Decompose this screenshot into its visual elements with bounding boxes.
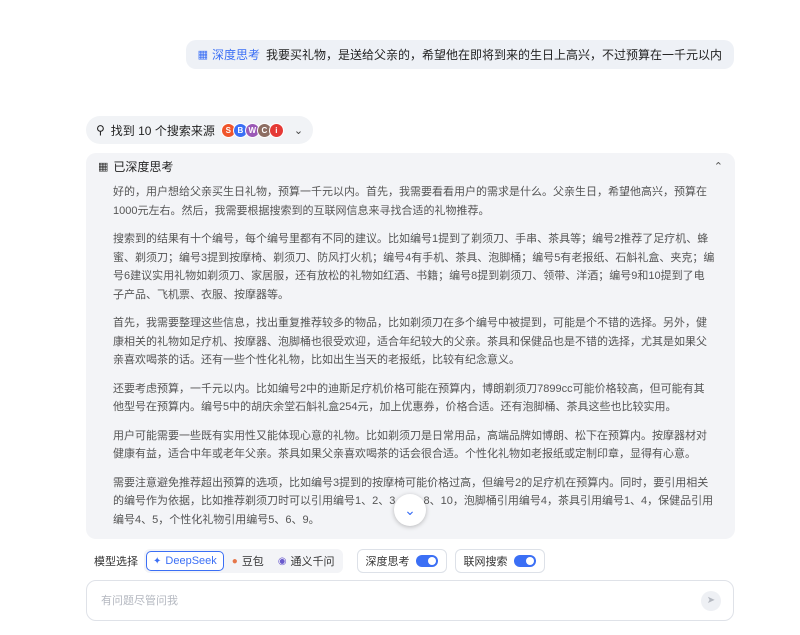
user-message-text: 我要买礼物，是送给父亲的，希望他在即将到来的生日上高兴，不过预算在一千元以内 — [265, 48, 722, 62]
web-search-switch[interactable] — [513, 555, 536, 567]
model-option-deepseek[interactable]: ✦ DeepSeek — [146, 551, 224, 571]
model-option-label: DeepSeek — [165, 555, 217, 567]
chat-input-box: ➤ — [86, 580, 734, 621]
deep-think-switch[interactable] — [415, 555, 438, 567]
chevron-down-icon: ⌄ — [404, 501, 416, 518]
deep-think-icon: ▦ — [98, 160, 109, 173]
model-selector: ✦ DeepSeek ● 豆包 ◉ 通义千问 — [144, 549, 343, 573]
deep-think-toggle-label: 深度思考 — [365, 556, 410, 568]
thinking-content: 好的，用户想给父亲买生日礼物，预算一千元以内。首先，我需要看看用户的需求是什么。… — [86, 179, 735, 529]
model-option-label: 通义千问 — [290, 556, 335, 568]
source-icons: S B W C i — [220, 122, 284, 138]
search-icon: ⚲ — [96, 123, 105, 137]
thinking-paragraph: 还要考虑预算，一千元以内。比如编号2中的迪斯足疗机价格可能在预算内，博朗剃须刀7… — [113, 382, 705, 414]
thinking-paragraph: 好的，用户想给父亲买生日礼物，预算一千元以内。首先，我需要看看用户的需求是什么。… — [113, 186, 707, 217]
source-icon-5: i — [268, 122, 284, 138]
model-option-label: 豆包 — [241, 556, 264, 568]
thinking-header[interactable]: ▦ 已深度思考 ⌃ — [86, 153, 735, 179]
thinking-panel: ▦ 已深度思考 ⌃ 好的，用户想给父亲买生日礼物，预算一千元以内。首先，我需要看… — [86, 153, 735, 539]
web-search-toggle-label: 联网搜索 — [463, 556, 508, 568]
user-message-mode-label: 深度思考 — [211, 48, 260, 62]
model-option-doubao[interactable]: ● 豆包 — [226, 552, 270, 570]
user-message-bubble: ▦ 深度思考 我要买礼物，是送给父亲的，希望他在即将到来的生日上高兴，不过预算在… — [185, 40, 734, 69]
thinking-paragraph: 首先，我需要整理这些信息，找出重复推荐较多的物品，比如剃须刀在多个编号中被提到，… — [113, 317, 707, 366]
input-toolbar: 模型选择 ✦ DeepSeek ● 豆包 ◉ 通义千问 深度思考 联网搜索 — [94, 549, 545, 573]
send-icon: ➤ — [706, 595, 716, 606]
thinking-paragraph: 用户可能需要一些既有实用性又能体现心意的礼物。比如剃须刀是日常用品，高端品牌如博… — [113, 429, 707, 461]
thinking-title: 已深度思考 — [113, 159, 174, 174]
chat-input[interactable] — [99, 593, 663, 608]
deep-think-toggle[interactable]: 深度思考 — [356, 549, 447, 573]
model-select-label: 模型选择 — [94, 556, 138, 568]
thinking-paragraph: 搜索到的结果有十个编号，每个编号里都有不同的建议。比如编号1提到了剃须刀、手串、… — [113, 233, 715, 301]
model-option-qwen[interactable]: ◉ 通义千问 — [272, 552, 341, 570]
deep-think-icon: ▦ — [197, 49, 208, 61]
qwen-icon: ◉ — [277, 555, 287, 567]
search-sources-toggle[interactable]: ⚲ 找到 10 个搜索来源 S B W C i ⌄ — [86, 116, 314, 144]
search-sources-label: 找到 10 个搜索来源 — [110, 123, 215, 138]
chevron-down-icon: ⌄ — [293, 124, 304, 137]
deepseek-icon: ✦ — [153, 555, 162, 567]
send-button[interactable]: ➤ — [701, 590, 721, 611]
web-search-toggle[interactable]: 联网搜索 — [454, 549, 545, 573]
chevron-up-icon[interactable]: ⌃ — [714, 160, 723, 173]
scroll-down-button[interactable]: ⌄ — [394, 494, 426, 526]
doubao-icon: ● — [231, 555, 238, 567]
